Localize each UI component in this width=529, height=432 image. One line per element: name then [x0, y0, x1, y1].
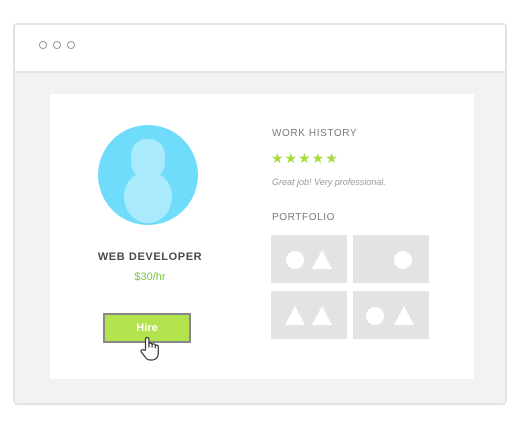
portfolio-thumbnail[interactable] [271, 291, 347, 339]
user-avatar-icon [98, 125, 198, 225]
hourly-rate: $30/hr [134, 271, 166, 283]
browser-window: WEB DEVELOPER $30/hr Hire WORK HISTORY ★… [13, 23, 507, 405]
job-title: WEB DEVELOPER [97, 251, 203, 263]
portfolio-thumbnail[interactable] [271, 235, 347, 283]
portfolio-thumbnail[interactable] [353, 235, 429, 283]
window-dot-icon[interactable] [39, 41, 47, 49]
hand-pointer-icon [140, 336, 159, 361]
work-history-heading: WORK HISTORY [272, 128, 358, 139]
window-dot-icon[interactable] [53, 41, 61, 49]
browser-titlebar [15, 25, 505, 73]
review-text: Great job! Very professional. [272, 177, 386, 187]
rating-stars: ★★★★★ [271, 151, 339, 167]
portfolio-heading: PORTFOLIO [272, 212, 336, 223]
portfolio-thumbnail[interactable] [353, 291, 429, 339]
profile-card: WEB DEVELOPER $30/hr Hire WORK HISTORY ★… [50, 94, 474, 379]
window-dot-icon[interactable] [67, 41, 75, 49]
